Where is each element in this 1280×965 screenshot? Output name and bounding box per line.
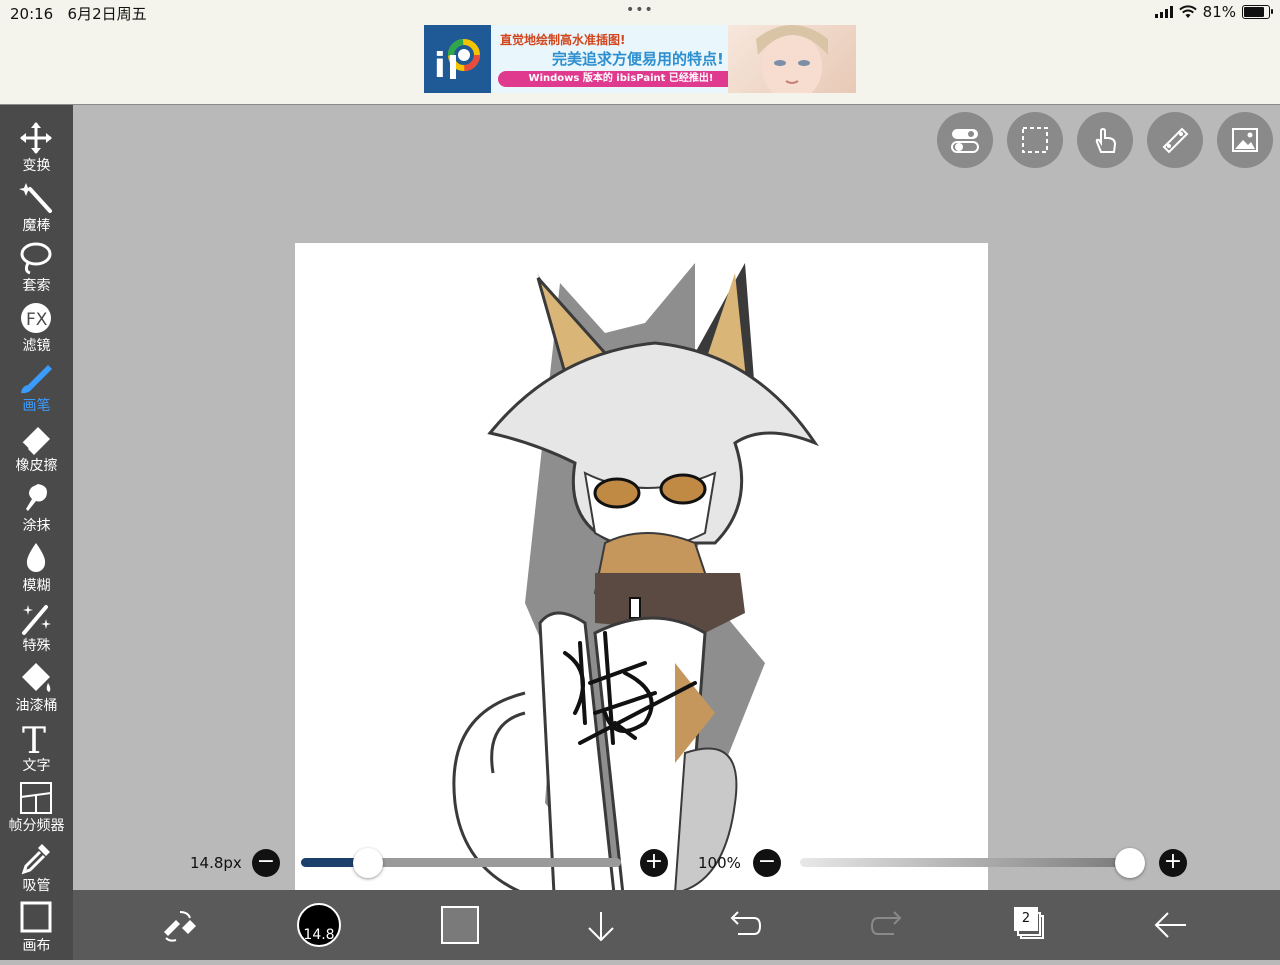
brush-eraser-swap-icon[interactable]	[160, 908, 198, 942]
ad-text-1: 直觉地绘制高水准插图!	[500, 33, 626, 47]
brush-opacity-handle[interactable]	[1115, 848, 1145, 878]
battery-percent: 81%	[1202, 3, 1236, 21]
selection-icon	[1022, 127, 1048, 153]
brush-size-preview[interactable]: 14.8	[297, 903, 341, 947]
tool-eraser[interactable]: 橡皮擦	[0, 417, 73, 477]
tool-bucket[interactable]: 油漆桶	[0, 657, 73, 717]
tool-canvas[interactable]: 画布	[0, 897, 73, 957]
tool-smudge[interactable]: 涂抹	[0, 477, 73, 537]
svg-text:FX: FX	[26, 310, 48, 330]
settings-toggle-button[interactable]	[937, 112, 993, 168]
brush-opacity-slider[interactable]	[800, 858, 1130, 867]
hand-icon	[1095, 127, 1117, 153]
brush-size-label: 14.8px	[190, 854, 242, 872]
undo-icon[interactable]	[728, 910, 762, 940]
wifi-icon	[1178, 5, 1197, 18]
tool-blur[interactable]: 模糊	[0, 537, 73, 597]
tool-brush[interactable]: 画笔	[0, 357, 73, 417]
brush-size-minus-button[interactable]: −	[252, 849, 280, 877]
ad-text-3: Windows 版本的 ibisPaint 已经推出!	[498, 71, 744, 87]
ibispaint-logo: i	[424, 25, 491, 93]
tool-frame-divider[interactable]: 帧分频器	[0, 777, 73, 837]
ruler-icon	[1162, 127, 1189, 154]
tool-transform[interactable]: 变换	[0, 117, 73, 177]
svg-text:i: i	[434, 46, 446, 86]
tool-special[interactable]: 特殊	[0, 597, 73, 657]
layers-button[interactable]: 2	[1012, 907, 1044, 939]
brush-icon	[21, 365, 52, 394]
smudge-icon	[26, 484, 47, 511]
redo-icon	[870, 911, 902, 935]
bucket-icon	[22, 663, 51, 692]
brush-opacity-plus-button[interactable]: +	[1159, 849, 1187, 877]
tool-sidebar: 变换 魔棒 套索 FX 滤镜 画笔 橡皮擦 涂抹 模糊 特殊 油漆桶 T 文字	[0, 105, 73, 960]
tool-text[interactable]: T 文字	[0, 717, 73, 777]
text-icon: T	[22, 721, 46, 755]
image-icon	[1232, 128, 1258, 152]
brush-opacity-label: 100%	[698, 854, 741, 872]
download-arrow-icon[interactable]	[585, 910, 617, 944]
ad-character-image	[728, 25, 856, 93]
selection-button[interactable]	[1007, 112, 1063, 168]
lasso-icon	[20, 242, 52, 275]
status-time: 20:16 6月2日周五	[10, 5, 147, 23]
cellular-icon	[1154, 6, 1173, 18]
canvas-icon	[20, 901, 52, 933]
tool-eyedropper[interactable]: 吸管	[0, 837, 73, 897]
brush-size-handle[interactable]	[353, 848, 383, 878]
status-bar: 20:16 6月2日周五 ••• 81% i 直觉地绘制高水准插图! 完美追求方…	[0, 0, 1280, 105]
tool-lasso[interactable]: 套索	[0, 237, 73, 297]
touch-gesture-button[interactable]	[1077, 112, 1133, 168]
special-icon	[22, 605, 51, 635]
tool-filter[interactable]: FX 滤镜	[0, 297, 73, 357]
status-indicators: 81%	[1154, 3, 1273, 21]
ad-banner[interactable]: i 直觉地绘制高水准插图! 完美追求方便易用的特点! Windows 版本的 i…	[424, 25, 856, 93]
toggle-icon	[951, 129, 979, 153]
artwork	[452, 263, 819, 915]
bottom-toolbar	[73, 890, 1280, 960]
fx-icon: FX	[21, 303, 51, 333]
ad-text-2: 完美追求方便易用的特点!	[552, 50, 724, 68]
eyedropper-icon	[21, 844, 50, 875]
move-icon	[20, 122, 52, 154]
frame-divider-icon	[20, 782, 52, 814]
brush-size-plus-button[interactable]: +	[640, 849, 668, 877]
ruler-button[interactable]	[1147, 112, 1203, 168]
tool-magic-wand[interactable]: 魔棒	[0, 177, 73, 237]
brush-size-slider[interactable]	[301, 858, 621, 867]
blur-drop-icon	[26, 543, 46, 572]
battery-icon	[1242, 5, 1273, 19]
color-picker-button[interactable]	[441, 906, 479, 944]
brush-opacity-minus-button[interactable]: −	[753, 849, 781, 877]
svg-text:T: T	[22, 721, 46, 755]
multitask-dots[interactable]: •••	[626, 2, 654, 18]
back-arrow-icon[interactable]	[1152, 910, 1188, 940]
magic-wand-icon	[19, 183, 52, 213]
reference-image-button[interactable]	[1217, 112, 1273, 168]
drawing-canvas[interactable]	[295, 243, 988, 933]
eraser-icon	[21, 427, 50, 455]
layer-count: 2	[1014, 907, 1038, 931]
